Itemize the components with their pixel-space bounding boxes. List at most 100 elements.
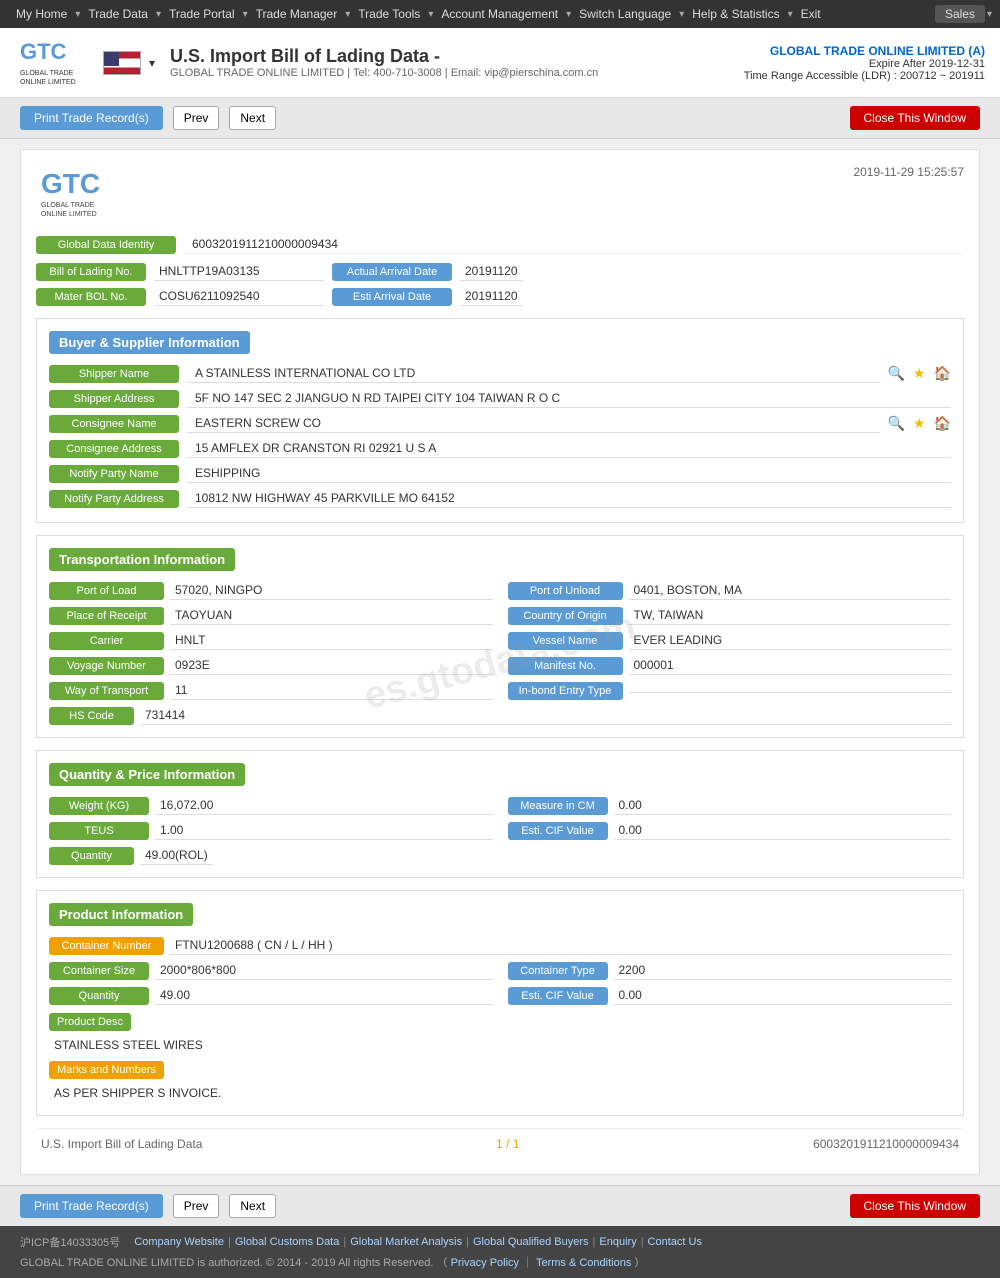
weight-row: Weight (KG) 16,072.00 (49, 796, 493, 815)
bol-dates-row: Bill of Lading No. HNLTTP19A03135 Actual… (36, 262, 964, 281)
prev-button-bottom[interactable]: Prev (173, 1194, 220, 1218)
master-bol-value: COSU6211092540 (154, 287, 324, 306)
measure-row: Measure in CM 0.00 (508, 796, 952, 815)
nav-item-trade-tools[interactable]: Trade Tools (350, 7, 428, 21)
actual-arrival-value: 20191120 (460, 262, 523, 281)
carrier-label: Carrier (49, 632, 164, 650)
print-button-top[interactable]: Print Trade Record(s) (20, 106, 163, 130)
esti-arrival-value: 20191120 (460, 287, 523, 306)
print-button-bottom[interactable]: Print Trade Record(s) (20, 1194, 163, 1218)
footer-sep2: | (343, 1236, 346, 1248)
voyage-number-label: Voyage Number (49, 657, 164, 675)
way-transport-value: 11 (170, 681, 493, 700)
footer-sep4: | (593, 1236, 596, 1248)
notify-address-label: Notify Party Address (49, 490, 179, 508)
esti-cif-value: 0.00 (614, 821, 952, 840)
home-icon2[interactable]: 🏠 (934, 415, 951, 432)
search-icon[interactable]: 🔍 (888, 365, 905, 382)
footer-link-company[interactable]: Company Website (134, 1236, 224, 1248)
consignee-name-label: Consignee Name (49, 415, 179, 433)
shipper-address-label: Shipper Address (49, 390, 179, 408)
record-footer: U.S. Import Bill of Lading Data 1 / 1 60… (36, 1128, 964, 1159)
prod-esti-cif-row: Esti. CIF Value 0.00 (508, 986, 952, 1005)
next-button-bottom[interactable]: Next (229, 1194, 276, 1218)
hs-code-value: 731414 (140, 706, 951, 725)
footer-link-enquiry[interactable]: Enquiry (599, 1236, 636, 1248)
buyer-supplier-header: Buyer & Supplier Information (49, 331, 250, 354)
home-icon[interactable]: 🏠 (934, 365, 951, 382)
header-right: GLOBAL TRADE ONLINE LIMITED (A) Expire A… (744, 44, 985, 82)
port-unload-label: Port of Unload (508, 582, 623, 600)
notify-address-value: 10812 NW HIGHWAY 45 PARKVILLE MO 64152 (187, 489, 951, 508)
svg-text:GLOBAL TRADE: GLOBAL TRADE (41, 202, 95, 209)
vessel-name-label: Vessel Name (508, 632, 623, 650)
nav-item-trade-data[interactable]: Trade Data (80, 7, 156, 21)
logo: GTC GLOBAL TRADE ONLINE LIMITED (15, 37, 95, 89)
marks-value: AS PER SHIPPER S INVOICE. (49, 1083, 951, 1103)
actual-arrival-label: Actual Arrival Date (332, 263, 452, 281)
qty-value: 49.00(ROL) (140, 846, 213, 865)
place-receipt-value: TAOYUAN (170, 606, 493, 625)
svg-text:GTC: GTC (20, 39, 67, 64)
nav-item-account-mgmt[interactable]: Account Management (433, 7, 566, 21)
ldr-range: Time Range Accessible (LDR) : 200712 ~ 2… (744, 70, 985, 82)
footer-links: 沪ICP备14033305号 Company Website | Global … (20, 1234, 980, 1250)
voyage-number-value: 0923E (170, 656, 493, 675)
place-receipt-row: Place of Receipt TAOYUAN (49, 606, 493, 625)
way-transport-row: Way of Transport 11 (49, 681, 493, 700)
footer-link-market[interactable]: Global Market Analysis (350, 1236, 462, 1248)
sales-button[interactable]: Sales (935, 5, 985, 23)
search-icon2[interactable]: 🔍 (888, 415, 905, 432)
record-logo: GTC GLOBAL TRADE ONLINE LIMITED (36, 165, 166, 223)
right-company-name: GLOBAL TRADE ONLINE LIMITED (A) (744, 44, 985, 58)
container-number-label: Container Number (49, 937, 164, 955)
nav-item-switch-lang[interactable]: Switch Language (571, 7, 679, 21)
footer-link-buyers[interactable]: Global Qualified Buyers (473, 1236, 589, 1248)
nav-item-exit[interactable]: Exit (793, 7, 829, 21)
footer-sep1: | (228, 1236, 231, 1248)
transportation-section: Transportation Information Port of Load … (36, 535, 964, 738)
star-icon2[interactable]: ★ (913, 415, 926, 432)
container-size-row: Container Size 2000*806*800 (49, 961, 493, 980)
nav-item-trade-portal[interactable]: Trade Portal (161, 7, 243, 21)
in-bond-row: In-bond Entry Type (508, 681, 952, 700)
footer-link-contact[interactable]: Contact Us (648, 1236, 702, 1248)
star-icon[interactable]: ★ (913, 365, 926, 382)
container-number-value: FTNU1200688 ( CN / L / HH ) (170, 936, 951, 955)
measure-value: 0.00 (614, 796, 952, 815)
footer-terms-link[interactable]: Terms & Conditions (536, 1257, 631, 1269)
next-button-top[interactable]: Next (229, 106, 276, 130)
prev-button-top[interactable]: Prev (173, 106, 220, 130)
notify-name-row: Notify Party Name ESHIPPING (49, 464, 951, 483)
buyer-supplier-section: Buyer & Supplier Information Shipper Nam… (36, 318, 964, 523)
qty-label: Quantity (49, 847, 134, 865)
prod-qty-row: Quantity 49.00 (49, 986, 493, 1005)
carrier-row: Carrier HNLT (49, 631, 493, 650)
footer-link-customs[interactable]: Global Customs Data (235, 1236, 340, 1248)
close-button-top[interactable]: Close This Window (850, 106, 980, 130)
nav-item-trade-manager[interactable]: Trade Manager (248, 7, 346, 21)
close-button-bottom[interactable]: Close This Window (850, 1194, 980, 1218)
shipper-address-row: Shipper Address 5F NO 147 SEC 2 JIANGUO … (49, 389, 951, 408)
record-footer-page: 1 / 1 (496, 1137, 519, 1151)
container-number-row: Container Number FTNU1200688 ( CN / L / … (49, 936, 951, 955)
nav-arrow: ▾ (987, 9, 992, 20)
svg-text:ONLINE LIMITED: ONLINE LIMITED (41, 211, 97, 218)
port-unload-row: Port of Unload 0401, BOSTON, MA (508, 581, 952, 600)
hs-code-label: HS Code (49, 707, 134, 725)
in-bond-value (629, 688, 952, 693)
way-transport-label: Way of Transport (49, 682, 164, 700)
dropdown-arrow[interactable]: ▾ (149, 56, 155, 70)
footer-icp-left: 沪ICP备14033305号 (20, 1234, 120, 1250)
footer-privacy-link[interactable]: Privacy Policy (451, 1257, 519, 1269)
shipper-name-label: Shipper Name (49, 365, 179, 383)
consignee-name-row: Consignee Name EASTERN SCREW CO 🔍 ★ 🏠 (49, 414, 951, 433)
container-type-label: Container Type (508, 962, 608, 980)
top-navigation: My Home ▾ Trade Data ▾ Trade Portal ▾ Tr… (0, 0, 1000, 28)
vessel-name-value: EVER LEADING (629, 631, 952, 650)
prod-esti-cif-label: Esti. CIF Value (508, 987, 608, 1005)
nav-item-my-home[interactable]: My Home (8, 7, 75, 21)
nav-item-help-stats[interactable]: Help & Statistics (684, 7, 787, 21)
svg-text:ONLINE LIMITED: ONLINE LIMITED (20, 79, 76, 86)
notify-name-value: ESHIPPING (187, 464, 951, 483)
